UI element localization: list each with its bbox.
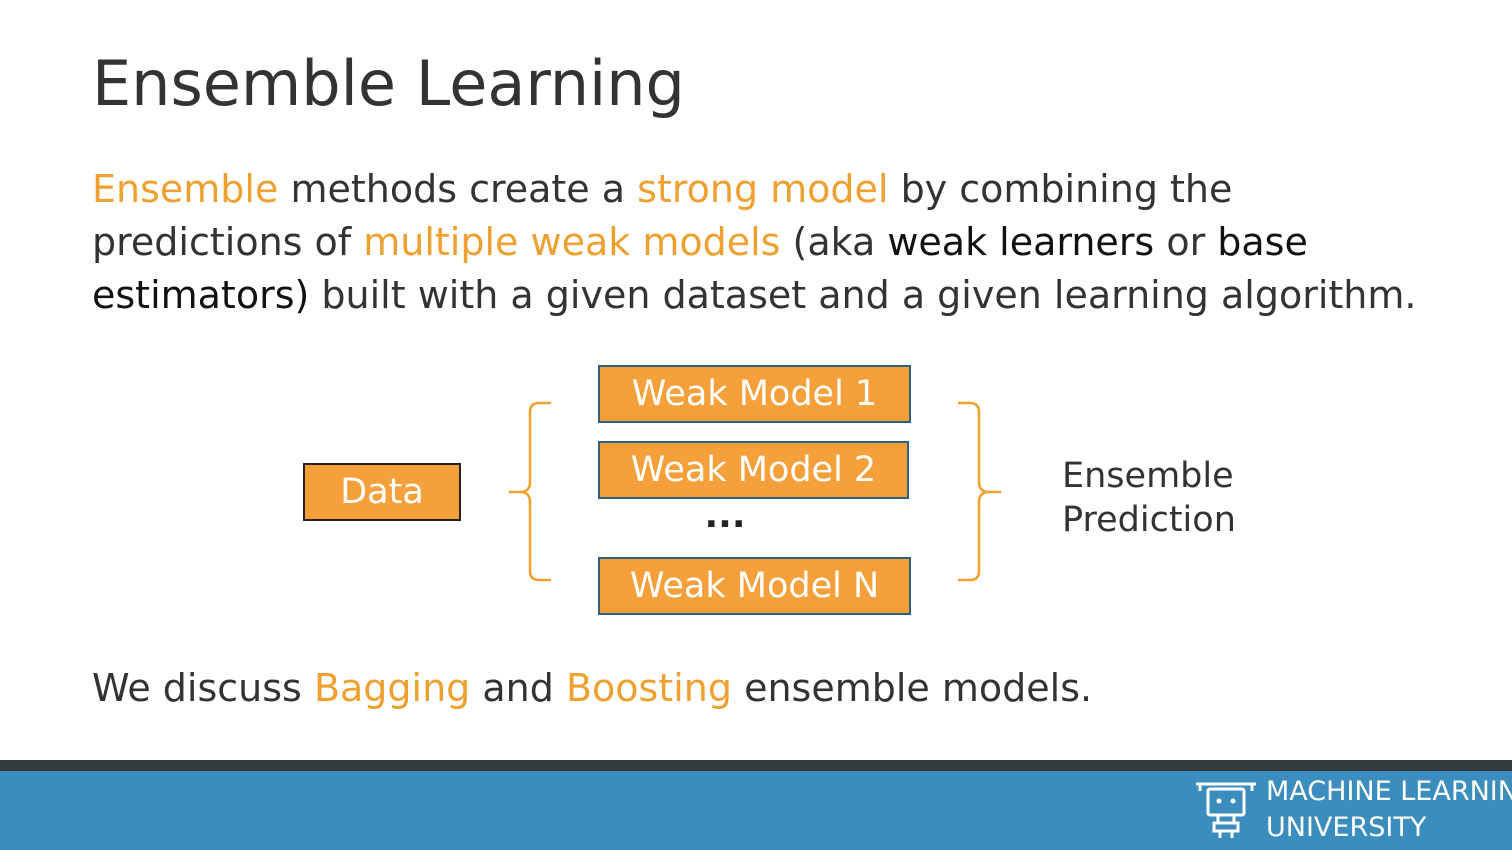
- robot-icon: [1196, 782, 1256, 838]
- ensemble-prediction-line-1: Ensemble: [1062, 456, 1234, 496]
- brand-line-2: UNIVERSITY: [1266, 812, 1427, 843]
- left-brace: [509, 401, 551, 582]
- brand-name: MACHINE LEARNING UNIVERSITY: [1266, 774, 1512, 846]
- closing-text: We discuss: [92, 666, 314, 710]
- brand-line-1: MACHINE LEARNING: [1266, 776, 1512, 807]
- footer-divider: [0, 760, 1512, 771]
- diagram-braces: [509, 401, 1001, 582]
- right-brace: [958, 401, 1001, 582]
- closing-text: ensemble models.: [732, 666, 1093, 710]
- term-boosting: Boosting: [565, 666, 732, 710]
- ensemble-prediction-label: Ensemble Prediction: [1062, 454, 1236, 542]
- ensemble-prediction-line-2: Prediction: [1062, 500, 1236, 540]
- closing-sentence: We discuss Bagging and Boosting ensemble…: [92, 662, 1092, 715]
- closing-text: and: [470, 666, 566, 710]
- term-bagging: Bagging: [313, 666, 471, 710]
